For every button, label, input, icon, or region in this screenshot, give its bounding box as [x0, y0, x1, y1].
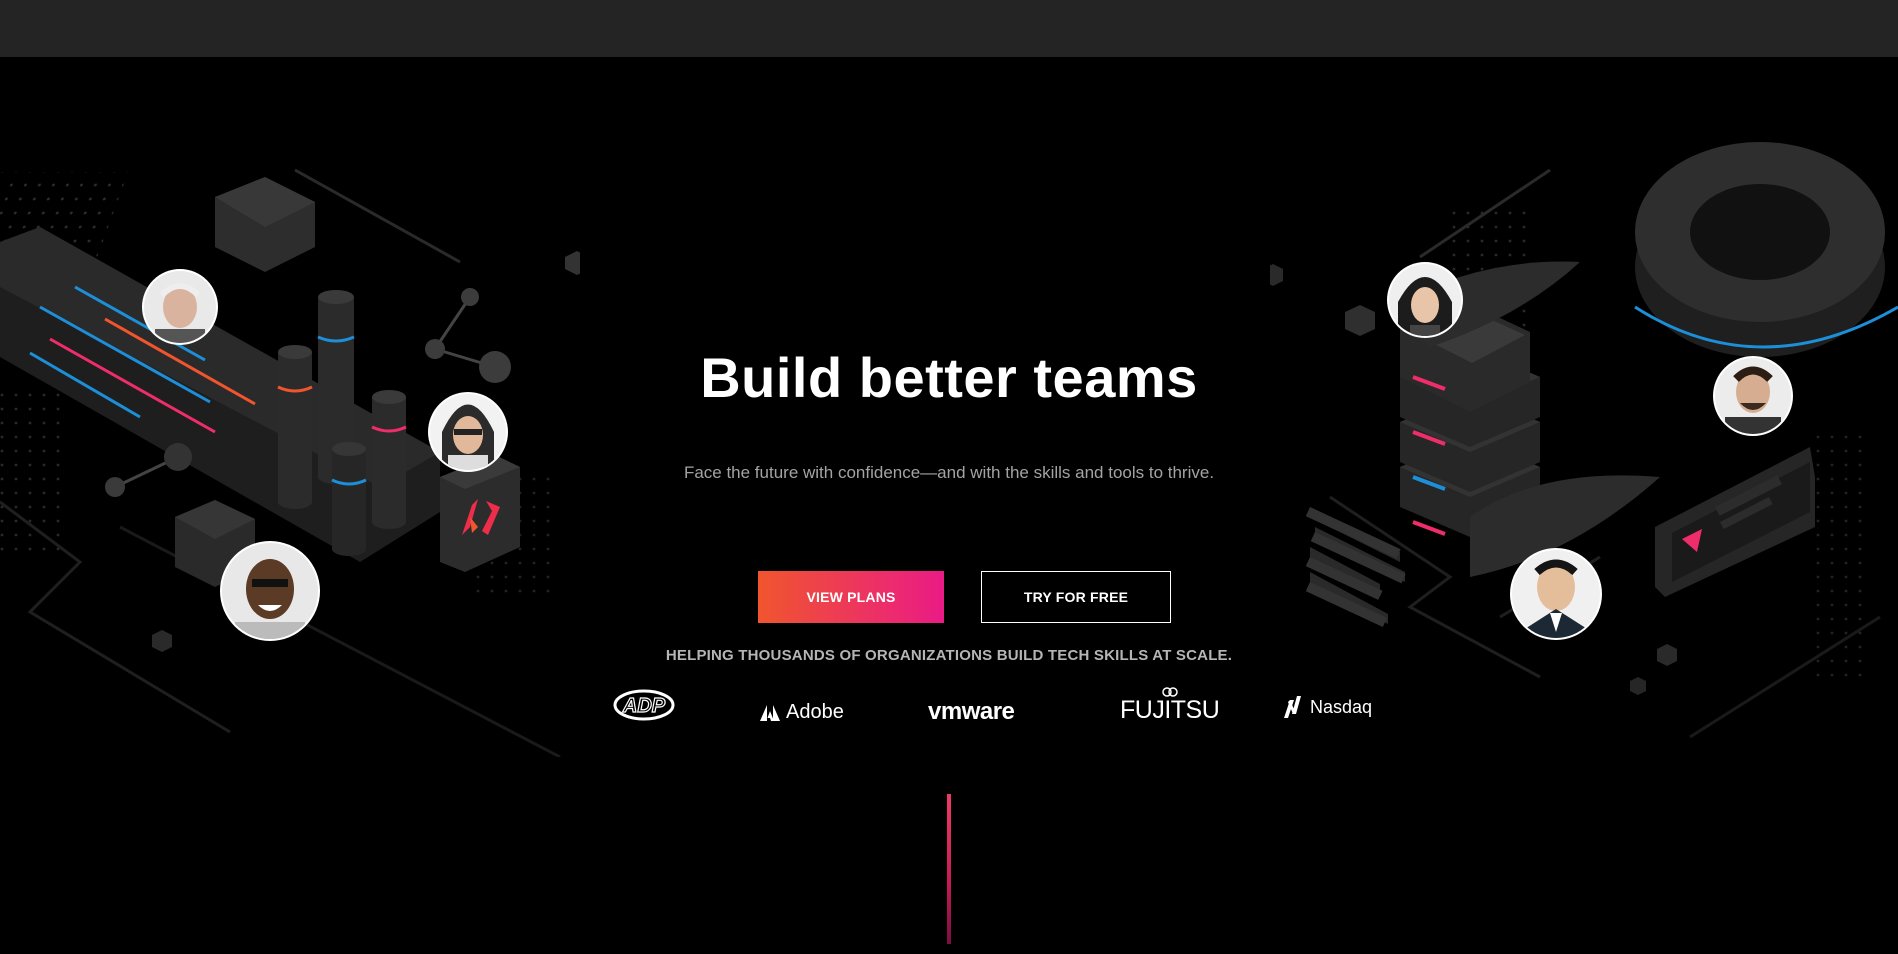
svg-text:ADP: ADP [622, 695, 666, 717]
adobe-wordmark: Adobe [786, 701, 844, 723]
top-navigation-bar [0, 0, 1898, 57]
fujitsu-logo: FUJITSU [1120, 686, 1220, 724]
vmware-wordmark: vmware [928, 698, 1015, 725]
avatar-photo-icon [220, 541, 320, 641]
nasdaq-logo: Nasdaq [1282, 696, 1372, 718]
avatar-photo-icon [1510, 548, 1602, 640]
adobe-logo: Adobe [760, 701, 844, 724]
nasdaq-wordmark: Nasdaq [1310, 696, 1373, 717]
adobe-logo-icon [760, 704, 780, 721]
nasdaq-logo-icon [1284, 696, 1301, 718]
adp-logo-icon: ADP [613, 689, 675, 721]
hero-subtitle: Face the future with confidence—and with… [683, 463, 1215, 482]
view-plans-button[interactable]: VIEW PLANS [758, 571, 944, 623]
adp-logo: ADP [612, 688, 676, 722]
page-title: Build better teams [700, 346, 1198, 409]
fujitsu-wordmark: FUJITSU [1120, 696, 1220, 724]
customers-tagline: HELPING THOUSANDS OF ORGANIZATIONS BUILD… [665, 647, 1233, 664]
try-for-free-button[interactable]: TRY FOR FREE [981, 571, 1171, 623]
scroll-indicator-line [947, 794, 951, 944]
vmware-logo: vmware [928, 698, 1015, 726]
